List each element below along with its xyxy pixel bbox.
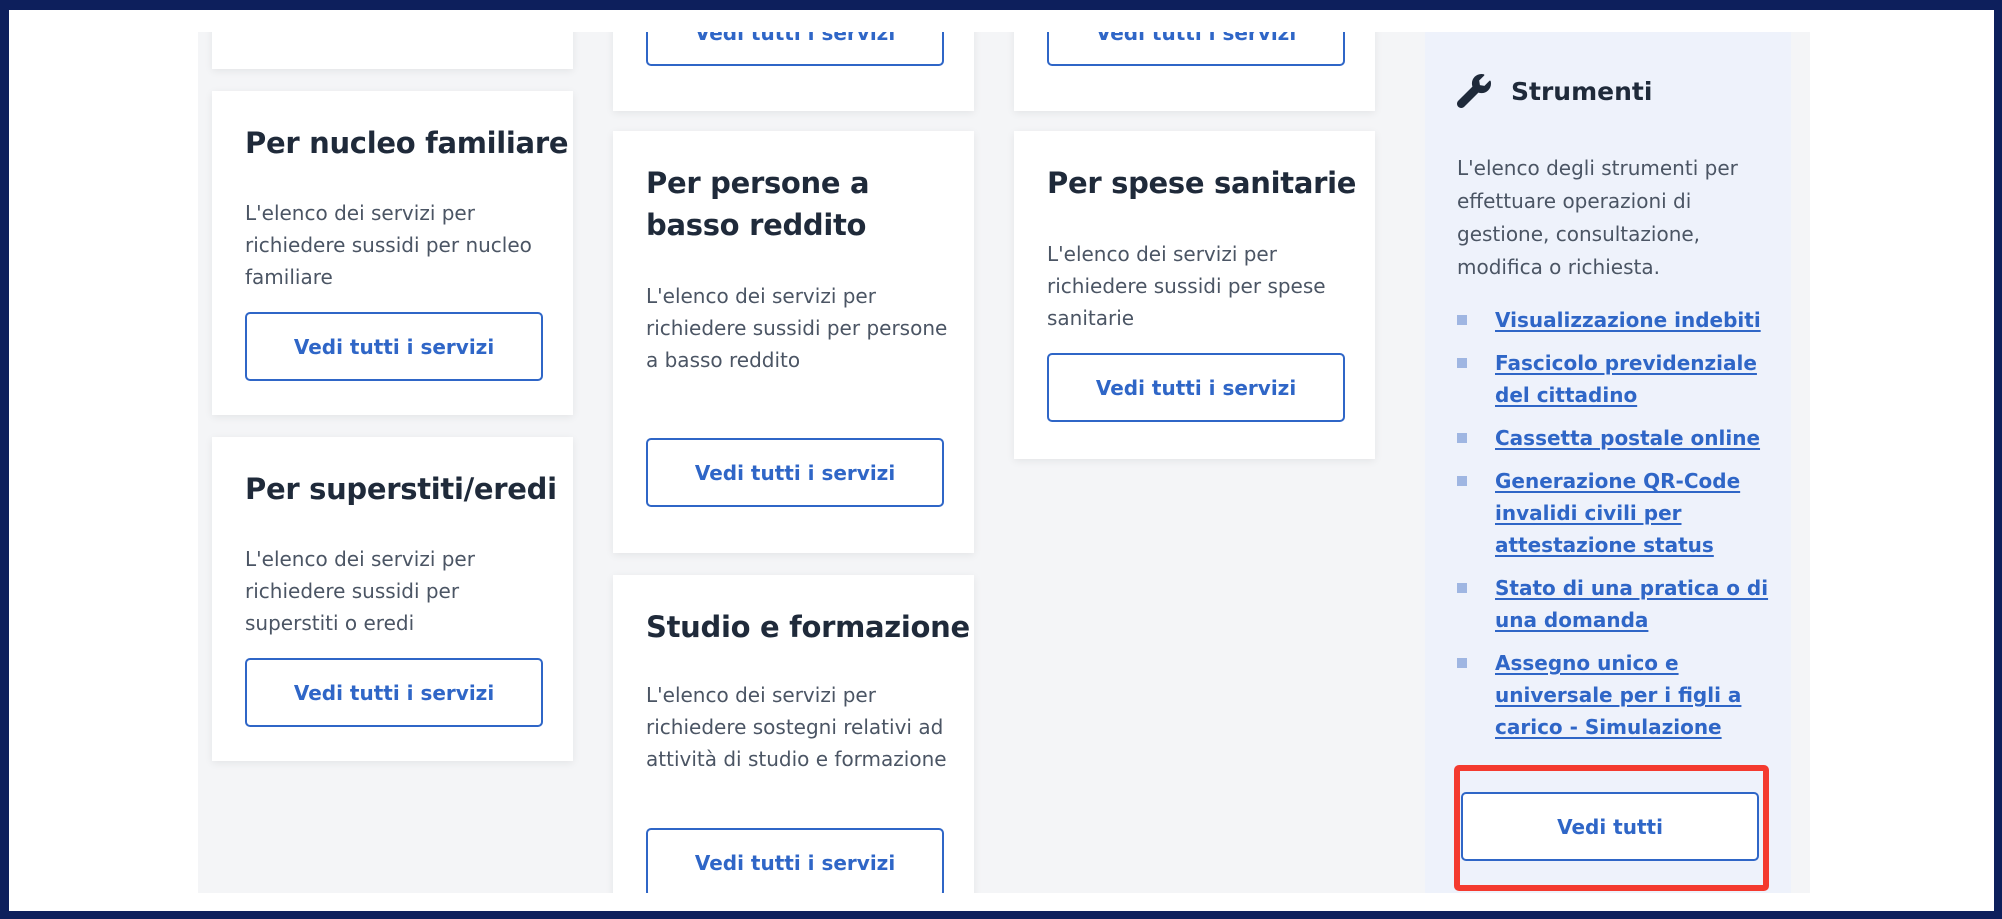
tool-links-list: Visualizzazione indebiti Fascicolo previ… bbox=[1457, 304, 1777, 754]
vedi-servizi-button-studio[interactable]: Vedi tutti i servizi bbox=[646, 828, 944, 893]
bullet-square-icon bbox=[1457, 658, 1467, 668]
link-generazione-qr-code[interactable]: Generazione QR-Code invalidi civili per … bbox=[1495, 469, 1740, 557]
link-stato-pratica[interactable]: Stato di una pratica o di una domanda bbox=[1495, 576, 1768, 632]
sidebar-description: L'elenco degli strumenti per effettuare … bbox=[1457, 156, 1738, 279]
list-item: Fascicolo previdenziale del cittadino bbox=[1457, 347, 1777, 411]
card-basso-reddito: Per persone a basso reddito L'elenco dei… bbox=[613, 131, 974, 553]
vedi-servizi-button-sanitarie[interactable]: Vedi tutti i servizi bbox=[1047, 353, 1345, 422]
card-partial-top-col2: Vedi tutti i servizi bbox=[613, 32, 974, 111]
card-superstiti-eredi: Per superstiti/eredi L'elenco dei serviz… bbox=[212, 437, 573, 761]
list-item: Cassetta postale online bbox=[1457, 422, 1777, 454]
list-item: Stato di una pratica o di una domanda bbox=[1457, 572, 1777, 636]
card-title: Studio e formazione bbox=[646, 610, 970, 644]
vedi-servizi-button-basso-reddito[interactable]: Vedi tutti i servizi bbox=[646, 438, 944, 507]
card-description: L'elenco dei servizi per richiedere sost… bbox=[646, 683, 947, 771]
card-partial-top-col3: Vedi tutti i servizi bbox=[1014, 32, 1375, 111]
card-description: L'elenco dei servizi per richiedere suss… bbox=[245, 201, 532, 289]
vedi-servizi-button-top-col2[interactable]: Vedi tutti i servizi bbox=[646, 32, 944, 66]
list-item: Visualizzazione indebiti bbox=[1457, 304, 1777, 336]
card-title: Per nucleo familiare bbox=[245, 126, 569, 160]
bullet-square-icon bbox=[1457, 315, 1467, 325]
card-title: Per persone a basso reddito bbox=[646, 166, 870, 242]
card-nucleo-familiare: Per nucleo familiare L'elenco dei serviz… bbox=[212, 91, 573, 415]
sidebar-title: Strumenti bbox=[1511, 76, 1653, 106]
vedi-servizi-button-superstiti[interactable]: Vedi tutti i servizi bbox=[245, 658, 543, 727]
card-description: L'elenco dei servizi per richiedere suss… bbox=[245, 547, 475, 635]
wrench-icon bbox=[1457, 74, 1491, 108]
card-partial-top-col1 bbox=[212, 32, 573, 69]
link-visualizzazione-indebiti[interactable]: Visualizzazione indebiti bbox=[1495, 308, 1761, 332]
sidebar-header: Strumenti bbox=[1457, 74, 1652, 108]
card-spese-sanitarie: Per spese sanitarie L'elenco dei servizi… bbox=[1014, 131, 1375, 459]
bullet-square-icon bbox=[1457, 583, 1467, 593]
link-fascicolo-previdenziale[interactable]: Fascicolo previdenziale del cittadino bbox=[1495, 351, 1757, 407]
bullet-square-icon bbox=[1457, 476, 1467, 486]
bullet-square-icon bbox=[1457, 433, 1467, 443]
card-title: Per spese sanitarie bbox=[1047, 166, 1357, 200]
vedi-servizi-button-top-col3[interactable]: Vedi tutti i servizi bbox=[1047, 32, 1345, 66]
page-frame: Per nucleo familiare L'elenco dei serviz… bbox=[9, 10, 1994, 911]
card-description: L'elenco dei servizi per richiedere suss… bbox=[646, 284, 948, 372]
vedi-tutti-button[interactable]: Vedi tutti bbox=[1461, 792, 1759, 861]
services-section: Per nucleo familiare L'elenco dei serviz… bbox=[198, 32, 1810, 893]
vedi-servizi-button-nucleo[interactable]: Vedi tutti i servizi bbox=[245, 312, 543, 381]
card-title: Per superstiti/eredi bbox=[245, 472, 557, 506]
bullet-square-icon bbox=[1457, 358, 1467, 368]
card-description: L'elenco dei servizi per richiedere suss… bbox=[1047, 242, 1326, 330]
list-item: Assegno unico e universale per i figli a… bbox=[1457, 647, 1777, 743]
link-cassetta-postale[interactable]: Cassetta postale online bbox=[1495, 426, 1760, 450]
card-studio-formazione: Studio e formazione L'elenco dei servizi… bbox=[613, 575, 974, 893]
link-assegno-unico[interactable]: Assegno unico e universale per i figli a… bbox=[1495, 651, 1741, 739]
list-item: Generazione QR-Code invalidi civili per … bbox=[1457, 465, 1777, 561]
strumenti-sidebar: Strumenti L'elenco degli strumenti per e… bbox=[1425, 32, 1791, 893]
